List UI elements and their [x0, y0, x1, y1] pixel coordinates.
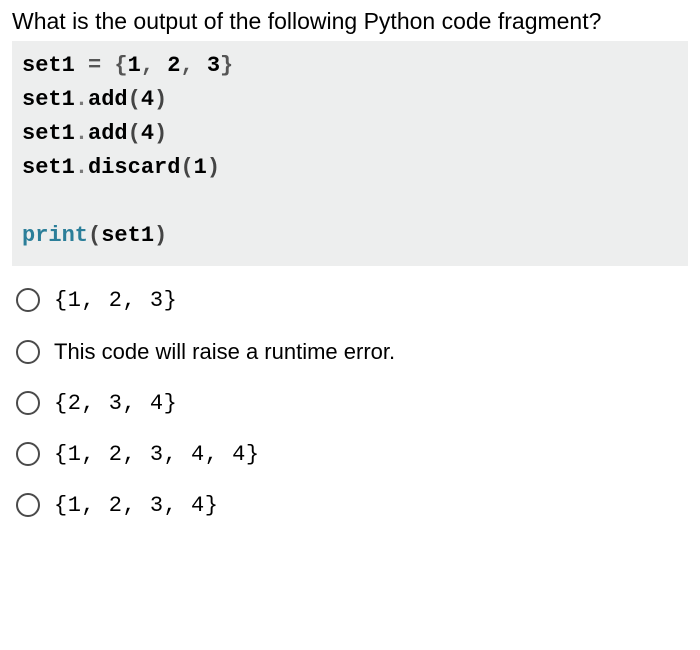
code-num: 1: [128, 53, 141, 78]
options-list: {1, 2, 3} This code will raise a runtime…: [16, 288, 688, 518]
code-method: discard: [88, 155, 180, 180]
option-label: {1, 2, 3, 4, 4}: [54, 442, 260, 467]
code-eq: =: [75, 53, 115, 78]
question-title: What is the output of the following Pyth…: [12, 8, 688, 35]
code-dot: .: [75, 87, 88, 112]
option-label: {1, 2, 3}: [54, 288, 177, 313]
code-paren-close: ): [207, 155, 220, 180]
code-method: add: [88, 87, 128, 112]
option-5[interactable]: {1, 2, 3, 4}: [16, 493, 688, 518]
code-arg-var: set1: [101, 223, 154, 248]
code-line-3: set1.add(4): [22, 117, 678, 151]
code-arg: 4: [141, 121, 154, 146]
code-arg: 1: [194, 155, 207, 180]
option-1[interactable]: {1, 2, 3}: [16, 288, 688, 313]
code-paren-close: ): [154, 121, 167, 146]
code-paren-close: ): [154, 223, 167, 248]
code-paren-open: (: [180, 155, 193, 180]
code-var: set1: [22, 121, 75, 146]
option-label: This code will raise a runtime error.: [54, 339, 395, 365]
radio-icon[interactable]: [16, 493, 40, 517]
code-paren-open: (: [88, 223, 101, 248]
code-comma: ,: [141, 53, 167, 78]
option-label: {1, 2, 3, 4}: [54, 493, 218, 518]
code-brace-close: }: [220, 53, 233, 78]
code-dot: .: [75, 121, 88, 146]
code-var: set1: [22, 155, 75, 180]
code-paren-open: (: [128, 87, 141, 112]
option-3[interactable]: {2, 3, 4}: [16, 391, 688, 416]
code-brace-open: {: [114, 53, 127, 78]
code-var: set1: [22, 87, 75, 112]
code-num: 2: [167, 53, 180, 78]
code-num: 3: [207, 53, 220, 78]
radio-icon[interactable]: [16, 288, 40, 312]
code-line-1: set1 = {1, 2, 3}: [22, 49, 678, 83]
code-comma: ,: [180, 53, 206, 78]
code-dot: .: [75, 155, 88, 180]
option-4[interactable]: {1, 2, 3, 4, 4}: [16, 442, 688, 467]
code-paren-open: (: [128, 121, 141, 146]
code-line-blank: [22, 185, 678, 219]
option-label: {2, 3, 4}: [54, 391, 177, 416]
radio-icon[interactable]: [16, 391, 40, 415]
radio-icon[interactable]: [16, 442, 40, 466]
code-paren-close: ): [154, 87, 167, 112]
code-line-2: set1.add(4): [22, 83, 678, 117]
code-print: print: [22, 223, 88, 248]
code-arg: 4: [141, 87, 154, 112]
code-block: set1 = {1, 2, 3} set1.add(4) set1.add(4)…: [12, 41, 688, 266]
option-2[interactable]: This code will raise a runtime error.: [16, 339, 688, 365]
code-var: set1: [22, 53, 75, 78]
radio-icon[interactable]: [16, 340, 40, 364]
code-line-4: set1.discard(1): [22, 151, 678, 185]
code-method: add: [88, 121, 128, 146]
code-line-5: print(set1): [22, 219, 678, 253]
